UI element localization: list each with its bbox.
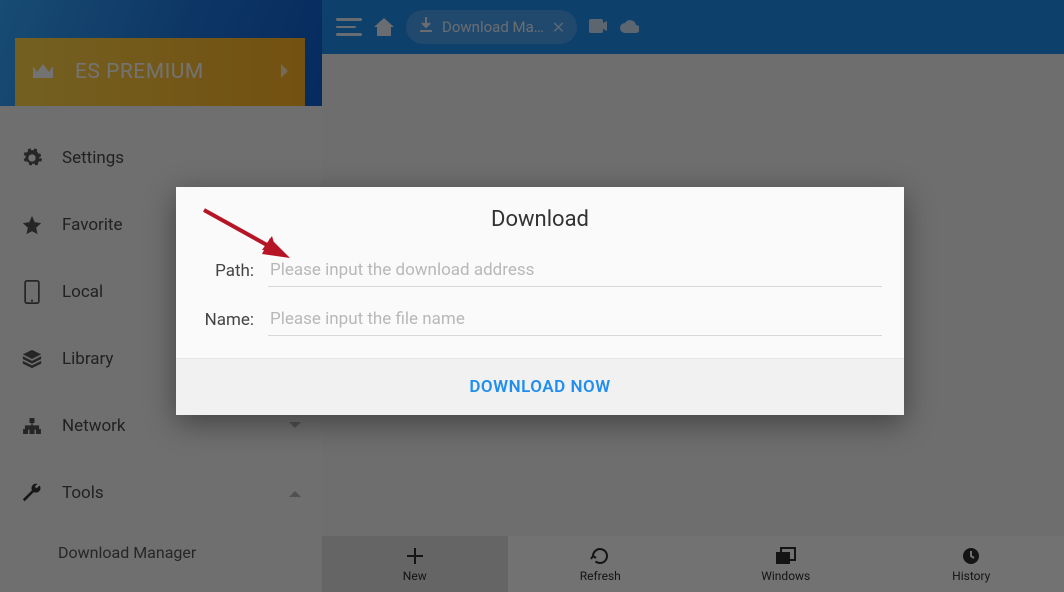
download-now-button[interactable]: DOWNLOAD NOW [176,359,904,415]
name-input[interactable] [268,303,882,336]
download-dialog: Download Path: Name: DOWNLOAD NOW [176,187,904,415]
name-label: Name: [198,310,254,330]
path-field-row: Path: [176,246,904,295]
path-label: Path: [198,261,254,281]
dialog-title: Download [176,187,904,246]
path-input[interactable] [268,254,882,287]
name-field-row: Name: [176,295,904,344]
